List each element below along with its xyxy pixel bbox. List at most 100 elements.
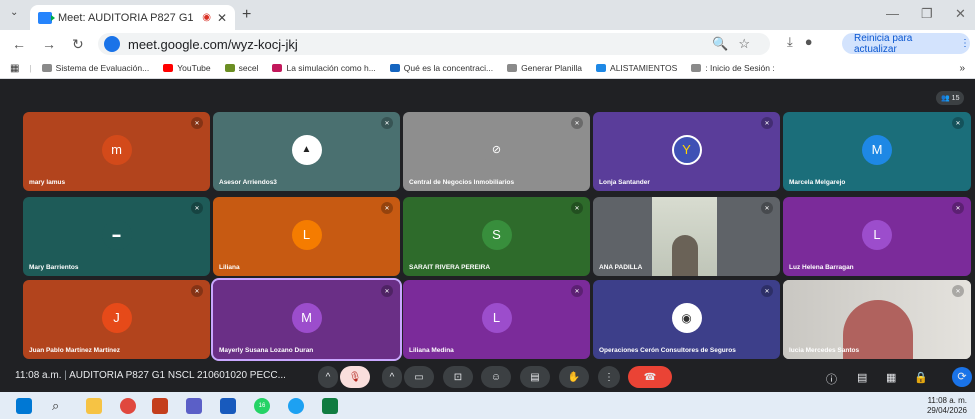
file-explorer-icon[interactable] <box>86 398 102 414</box>
powerpoint-icon[interactable] <box>152 398 168 414</box>
forward-icon[interactable]: → <box>42 36 56 52</box>
tab-meet[interactable]: Meet: AUDITORIA P827 G1 NS ◉ ✕ <box>30 5 235 30</box>
participant-tile[interactable]: S ✕ SARAIT RIVERA PEREIRA <box>403 197 590 276</box>
participant-avatar: L <box>481 302 512 333</box>
participant-name: ANA PADILLA <box>599 264 643 271</box>
minimize-icon[interactable]: — <box>886 6 899 21</box>
participant-tile[interactable]: ◉ ✕ Operaciones Cerón Consultores de Segur… <box>593 280 780 359</box>
mic-muted-icon: ✕ <box>571 117 583 129</box>
chat-icon[interactable]: ▤ <box>857 371 867 384</box>
bookmark-favicon-icon <box>389 64 400 72</box>
taskbar: ⌕ 16 11:08 a. m. 29/04/2026 <box>0 392 975 419</box>
chrome-icon[interactable] <box>120 398 136 414</box>
restore-icon[interactable]: ❐ <box>921 6 933 22</box>
camera-button[interactable]: ▭ <box>404 366 434 388</box>
bookmark-favicon-icon <box>41 64 52 72</box>
captions-button[interactable]: ▤ <box>520 366 550 388</box>
participant-name: Marcela Melgarejo <box>789 179 846 186</box>
address-bar: ← → ↻ meet.google.com/wyz-kocj-jkj 🔍☆ <box>0 30 975 58</box>
search-icon[interactable]: ⌕ <box>52 398 68 414</box>
bookmark-item[interactable]: YouTube <box>163 63 211 73</box>
bookmark-label: ALISTAMIENTOS <box>610 63 678 73</box>
participant-tile[interactable]: ✕ lucia Mercedes Santos <box>783 280 971 359</box>
participant-tile[interactable]: Y ✕ Lonja Santander <box>593 112 780 191</box>
more-bookmarks-icon[interactable]: » <box>959 63 965 74</box>
close-window-icon[interactable]: ✕ <box>955 6 966 22</box>
participant-tile[interactable]: L ✕ Liliana Medina <box>403 280 590 359</box>
edge-icon[interactable] <box>288 398 304 414</box>
participant-avatar: S <box>481 219 512 250</box>
companion-icon[interactable]: ⟳ <box>952 367 972 387</box>
excel-icon[interactable] <box>322 398 338 414</box>
camera-options-button[interactable]: ^ <box>382 366 402 388</box>
end-call-button[interactable]: ☎ <box>628 366 672 388</box>
more-options-button[interactable]: ⋮ <box>598 366 620 388</box>
mic-muted-icon: ✕ <box>381 117 393 129</box>
participant-tile[interactable]: m ✕ mary lamus <box>23 112 210 191</box>
profile-avatar[interactable]: ● <box>805 34 825 49</box>
url-input[interactable]: meet.google.com/wyz-kocj-jkj 🔍☆ <box>98 33 770 55</box>
participant-tile[interactable]: M ✕ Mayerly Susana Lozano Duran <box>211 278 402 361</box>
back-icon[interactable]: ← <box>12 36 26 52</box>
apps-grid-icon[interactable]: ▦ <box>10 63 19 74</box>
people-count-badge[interactable]: 👥 15 <box>936 91 965 105</box>
participant-name: Luz Helena Barragan <box>789 264 854 271</box>
bookmark-item[interactable]: ALISTAMIENTOS <box>596 63 677 73</box>
mic-options-button[interactable]: ^ <box>318 366 338 388</box>
clock-time: 11:08 a. m. <box>927 396 967 405</box>
start-icon[interactable] <box>16 398 32 414</box>
raise-hand-button[interactable]: ✋ <box>559 366 589 388</box>
participant-avatar: L <box>862 219 892 250</box>
word-icon[interactable] <box>220 398 236 414</box>
mic-muted-icon: ✕ <box>761 285 773 297</box>
info-icon[interactable]: ⓘ <box>826 371 837 387</box>
participant-tile[interactable]: L ✕ Liliana <box>213 197 400 276</box>
bookmark-item[interactable]: secel <box>224 63 259 73</box>
clock-date: 29/04/2026 <box>926 406 967 415</box>
new-tab-icon[interactable]: + <box>242 6 251 24</box>
menu-dots-icon[interactable]: ⋮ <box>960 38 970 49</box>
site-info-icon[interactable] <box>104 36 120 52</box>
bookmark-star-icon[interactable]: ☆ <box>738 36 760 51</box>
participant-tile[interactable]: ✕ ANA PADILLA <box>593 197 780 276</box>
bookmark-label: Sistema de Evaluación... <box>55 63 150 73</box>
mic-muted-icon: ✕ <box>381 202 393 214</box>
participant-tile[interactable]: ▬ ✕ Mary Barrientos <box>23 197 210 276</box>
clock[interactable]: 11:08 a. m. 29/04/2026 <box>927 396 967 416</box>
bookmark-label: La simulación como h... <box>286 63 376 73</box>
whatsapp-icon[interactable]: 16 <box>254 398 270 414</box>
participant-name: Liliana Medina <box>409 347 454 354</box>
bookmark-label: Qué es la concentraci... <box>403 63 494 73</box>
participant-tile[interactable]: M ✕ Marcela Melgarejo <box>783 112 971 191</box>
update-button[interactable]: Reinicia para actualizar ⋮ <box>842 33 970 55</box>
meet-favicon-icon <box>38 11 55 24</box>
emoji-button[interactable]: ☺ <box>481 366 511 388</box>
teams-icon[interactable] <box>186 398 202 414</box>
download-icon[interactable]: ⤓ <box>787 34 805 49</box>
bookmark-label: YouTube <box>177 63 211 73</box>
participant-tile[interactable]: ▲ ✕ Asesor Arriendos3 <box>213 112 400 191</box>
reload-icon[interactable]: ↻ <box>72 36 84 53</box>
participant-avatar: M <box>291 302 322 333</box>
participant-avatar: M <box>862 134 892 165</box>
bookmark-item[interactable]: : Inicio de Sesión : <box>691 63 775 73</box>
participant-tile[interactable]: ⊘ ✕ Central de Negocios Inmobiliarios <box>403 112 590 191</box>
bookmark-item[interactable]: La simulación como h... <box>272 63 376 73</box>
participant-name: SARAIT RIVERA PEREIRA <box>409 264 491 271</box>
activities-icon[interactable]: ▦ <box>886 371 896 384</box>
participant-tile[interactable]: L ✕ Luz Helena Barragan <box>783 197 971 276</box>
bookmark-item[interactable]: Sistema de Evaluación... <box>41 63 150 73</box>
mic-off-button[interactable]: 🎙 <box>340 366 370 388</box>
participant-name: Mary Barrientos <box>29 264 79 271</box>
bookmark-item[interactable]: Qué es la concentraci... <box>389 63 494 73</box>
close-tab-icon[interactable]: ✕ <box>217 11 227 25</box>
tab-strip: ⌄ Meet: AUDITORIA P827 G1 NS ◉ ✕ + — ❐ ✕ <box>0 0 975 30</box>
zoom-icon[interactable]: 🔍 <box>712 36 738 51</box>
host-controls-icon[interactable]: 🔒 <box>914 371 928 384</box>
tab-list-chevron-icon[interactable]: ⌄ <box>10 7 18 18</box>
participant-tile[interactable]: J ✕ Juan Pablo Martínez Martínez <box>23 280 210 359</box>
present-button[interactable]: ⊡ <box>443 366 473 388</box>
bookmark-item[interactable]: Generar Planilla <box>507 63 582 73</box>
separator: | <box>64 370 67 381</box>
bookmark-label: secel <box>238 63 259 73</box>
